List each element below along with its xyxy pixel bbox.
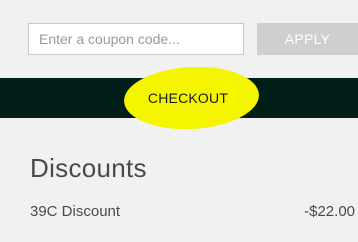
checkout-label: CHECKOUT bbox=[147, 90, 229, 106]
apply-coupon-button[interactable]: APPLY bbox=[257, 23, 358, 55]
discount-amount: -$22.00 bbox=[304, 203, 355, 220]
discount-row: 39C Discount -$22.00 bbox=[30, 200, 358, 224]
discounts-heading: Discounts bbox=[30, 153, 147, 183]
coupon-row: APPLY bbox=[0, 23, 358, 55]
checkout-button[interactable]: CHECKOUT bbox=[0, 63, 358, 133]
discount-name: 39C Discount bbox=[30, 203, 121, 220]
coupon-code-input[interactable] bbox=[28, 23, 244, 55]
